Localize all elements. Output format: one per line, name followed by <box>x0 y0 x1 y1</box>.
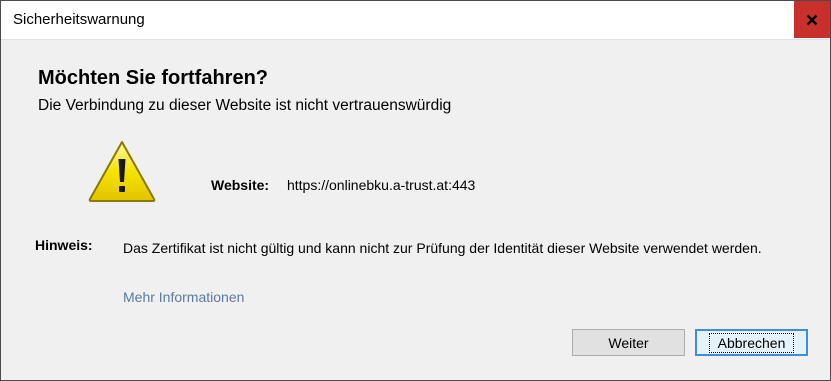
website-label: Website: <box>211 177 270 193</box>
close-button[interactable] <box>794 1 830 38</box>
security-warning-dialog: Sicherheitswarnung Möchten Sie fortfahre… <box>0 0 831 381</box>
cancel-button[interactable]: Abbrechen <box>695 329 808 356</box>
dialog-heading: Möchten Sie fortfahren? <box>38 67 269 89</box>
warning-triangle-icon <box>88 141 156 202</box>
website-row: Website: https://onlinebku.a-trust.at:44… <box>211 177 475 193</box>
window-title: Sicherheitswarnung <box>13 11 145 28</box>
continue-button-label: Weiter <box>608 334 649 351</box>
hint-text: Das Zertifikat ist nicht gültig und kann… <box>123 240 762 256</box>
website-url: https://onlinebku.a-trust.at:443 <box>286 177 476 193</box>
hint-label: Hinweis: <box>35 237 93 253</box>
close-icon <box>806 14 818 25</box>
dialog-subheading: Die Verbindung zu dieser Website ist nic… <box>38 97 452 114</box>
cancel-button-label: Abbrechen <box>708 332 795 353</box>
continue-button[interactable]: Weiter <box>572 329 685 356</box>
title-bar: Sicherheitswarnung <box>1 1 830 40</box>
more-info-link[interactable]: Mehr Informationen <box>123 289 244 305</box>
